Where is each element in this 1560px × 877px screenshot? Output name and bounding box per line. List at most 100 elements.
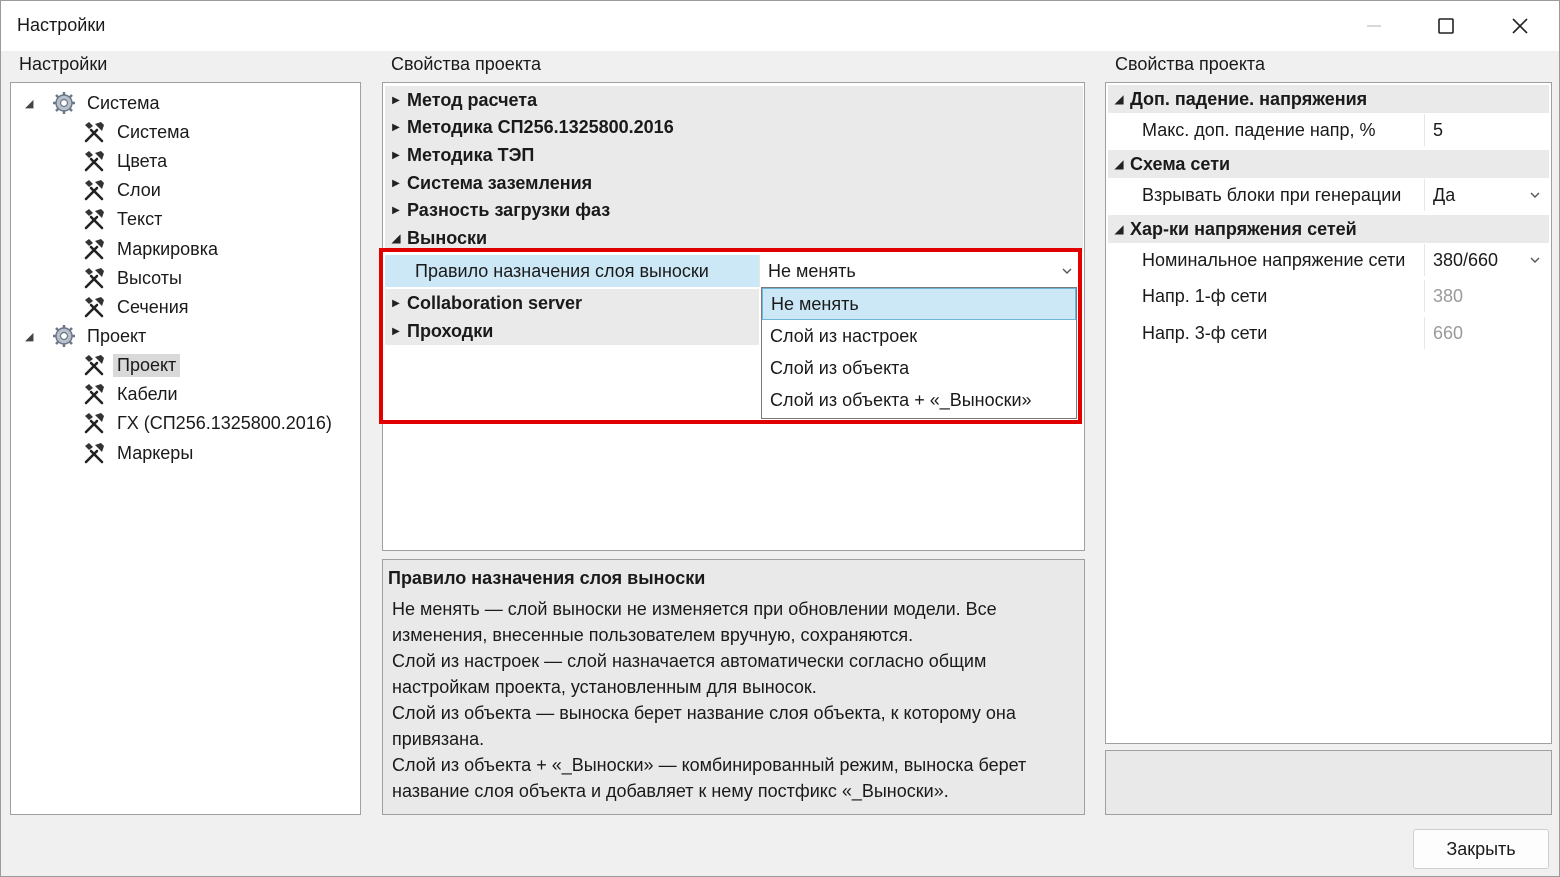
category-network-voltage[interactable]: ◢ Хар-ки напряжения сетей — [1108, 215, 1549, 243]
expand-arrow-icon[interactable]: ◢ — [25, 330, 33, 343]
property-row-max-drop[interactable]: Макс. доп. падение напр, % 5 — [1108, 114, 1549, 146]
property-name: Напр. 3-ф сети — [1142, 322, 1268, 343]
tree-item[interactable]: Сечения — [81, 293, 193, 321]
tools-icon — [81, 265, 107, 291]
property-category[interactable]: ▶ Разность загрузки фаз — [385, 196, 1083, 224]
category-label: Хар-ки напряжения сетей — [1130, 218, 1357, 239]
tree-item-label: Текст — [117, 208, 163, 229]
category-label: Collaboration server — [407, 292, 583, 313]
tree-item[interactable]: ◢ Система — [25, 89, 164, 117]
explode-blocks-select[interactable]: Да — [1424, 179, 1549, 211]
property-category[interactable]: ▶ Collaboration server — [385, 289, 759, 317]
tree-item-label: Проект — [113, 353, 181, 377]
tree-item[interactable]: ГХ (СП256.1325800.2016) — [81, 409, 336, 437]
tree-item-label: Сечения — [117, 296, 189, 317]
collapse-icon[interactable]: ◢ — [1108, 157, 1130, 171]
property-category[interactable]: ▶ Система заземления — [385, 169, 1083, 197]
tree-item[interactable]: Маркеры — [81, 439, 197, 467]
leader-layer-select[interactable]: Не менять — [759, 255, 1081, 287]
category-label: Проходки — [407, 320, 494, 341]
settings-window: Настройки Настройки ◢ Система Система Цвета… — [0, 0, 1560, 877]
dropdown-option[interactable]: Слой из объекта + «_Выноски» — [762, 384, 1076, 416]
expand-icon[interactable]: ▶ — [385, 205, 407, 216]
tools-icon — [81, 440, 107, 466]
expand-icon[interactable]: ▶ — [385, 95, 407, 106]
property-value-readonly: 380 — [1424, 280, 1549, 312]
minimize-button[interactable] — [1337, 1, 1411, 51]
right-properties-label: Свойства проекта — [1113, 54, 1267, 75]
tools-icon — [81, 206, 107, 232]
collapse-icon[interactable]: ◢ — [385, 231, 407, 245]
category-label: Доп. падение. напряжения — [1130, 88, 1368, 109]
property-grid[interactable]: ▶ Метод расчета ▶ Методика СП256.1325800.20… — [382, 82, 1085, 551]
window-title: Настройки — [17, 15, 106, 35]
tree-item[interactable]: ◢ Проект — [25, 322, 150, 350]
category-label: Разность загрузки фаз — [407, 199, 611, 220]
gear-icon — [51, 323, 77, 349]
tree-item[interactable]: Маркировка — [81, 235, 222, 263]
collapse-icon[interactable]: ◢ — [1108, 222, 1130, 236]
description-text: Не менять — слой выноски не изменяется п… — [392, 599, 1027, 801]
property-value[interactable]: 5 — [1424, 114, 1549, 146]
close-button[interactable]: Закрыть — [1413, 829, 1549, 869]
category-label: Схема сети — [1130, 153, 1231, 174]
property-row-leader-layer-rule[interactable]: Правило назначения слоя выноски Не менят… — [385, 255, 1083, 287]
property-category[interactable]: ▶ Метод расчета — [385, 86, 1083, 114]
property-category[interactable]: ▶ Методика СП256.1325800.2016 — [385, 113, 1083, 141]
property-category[interactable]: ▶ Проходки — [385, 317, 759, 345]
expand-icon[interactable]: ▶ — [385, 178, 407, 189]
tree-item-label: ГХ (СП256.1325800.2016) — [117, 412, 332, 433]
tree-item-label: Слои — [117, 179, 161, 200]
expand-icon[interactable]: ▶ — [385, 122, 407, 133]
right-description — [1105, 750, 1552, 815]
tree-item[interactable]: Система — [81, 118, 194, 146]
property-row-1ph-voltage: Напр. 1-ф сети 380 — [1108, 280, 1549, 312]
property-row-nominal-voltage[interactable]: Номинальное напряжение сети 380/660 — [1108, 244, 1549, 276]
property-name: Номинальное напряжение сети — [1142, 249, 1406, 270]
tools-icon — [81, 352, 107, 378]
right-property-grid[interactable]: ◢ Доп. падение. напряжения Макс. доп. па… — [1105, 82, 1552, 744]
collapse-icon[interactable]: ◢ — [1108, 92, 1130, 106]
tree-item[interactable]: Кабели — [81, 380, 182, 408]
dropdown-option[interactable]: Слой из объекта — [762, 352, 1076, 384]
tree-item-label: Цвета — [117, 150, 168, 171]
category-label: Методика СП256.1325800.2016 — [407, 116, 674, 137]
tree-item[interactable]: Высоты — [81, 264, 186, 292]
maximize-button[interactable] — [1409, 1, 1483, 51]
tools-icon — [81, 381, 107, 407]
property-category[interactable]: ◢ Выноски — [385, 224, 1083, 252]
expand-icon[interactable]: ▶ — [385, 298, 407, 309]
chevron-down-icon — [1062, 268, 1072, 274]
tree-item[interactable]: Текст — [81, 205, 166, 233]
settings-group-label: Настройки — [17, 54, 110, 75]
expand-icon[interactable]: ▶ — [385, 150, 407, 161]
tree-item[interactable]: Слои — [81, 176, 165, 204]
nominal-voltage-select[interactable]: 380/660 — [1424, 244, 1549, 276]
property-category[interactable]: ▶ Методика ТЭП — [385, 141, 1083, 169]
expand-icon[interactable]: ▶ — [385, 326, 407, 337]
tools-icon — [81, 410, 107, 436]
select-value: Да — [1433, 184, 1456, 205]
tools-icon — [81, 236, 107, 262]
settings-tree[interactable]: ◢ Система Система Цвета Слои Текст Маркировка В… — [10, 82, 361, 815]
tree-item-label: Маркировка — [117, 238, 219, 259]
close-window-button[interactable] — [1483, 1, 1557, 51]
category-label: Система заземления — [407, 172, 593, 193]
dropdown-option[interactable]: Слой из настроек — [762, 320, 1076, 352]
property-row-explode-blocks[interactable]: Взрывать блоки при генерации Да — [1108, 179, 1549, 211]
tree-item[interactable]: Цвета — [81, 147, 171, 175]
property-description: Правило назначения слоя выноски Не менят… — [382, 559, 1085, 815]
tree-item-label: Система — [87, 92, 160, 113]
property-name: Макс. доп. падение напр, % — [1142, 119, 1376, 140]
property-name: Напр. 1-ф сети — [1142, 285, 1268, 306]
category-network-scheme[interactable]: ◢ Схема сети — [1108, 150, 1549, 178]
property-row-3ph-voltage: Напр. 3-ф сети 660 — [1108, 317, 1549, 349]
dropdown-option[interactable]: Не менять — [762, 288, 1076, 320]
leader-layer-dropdown[interactable]: Не менять Слой из настроек Слой из объекта… — [761, 287, 1077, 419]
select-value: 380/660 — [1433, 249, 1499, 270]
maximize-icon — [1438, 18, 1454, 34]
expand-arrow-icon[interactable]: ◢ — [25, 97, 33, 110]
select-value: Не менять — [768, 260, 856, 281]
category-voltage-drop[interactable]: ◢ Доп. падение. напряжения — [1108, 85, 1549, 113]
tree-item[interactable]: Проект — [81, 351, 181, 379]
